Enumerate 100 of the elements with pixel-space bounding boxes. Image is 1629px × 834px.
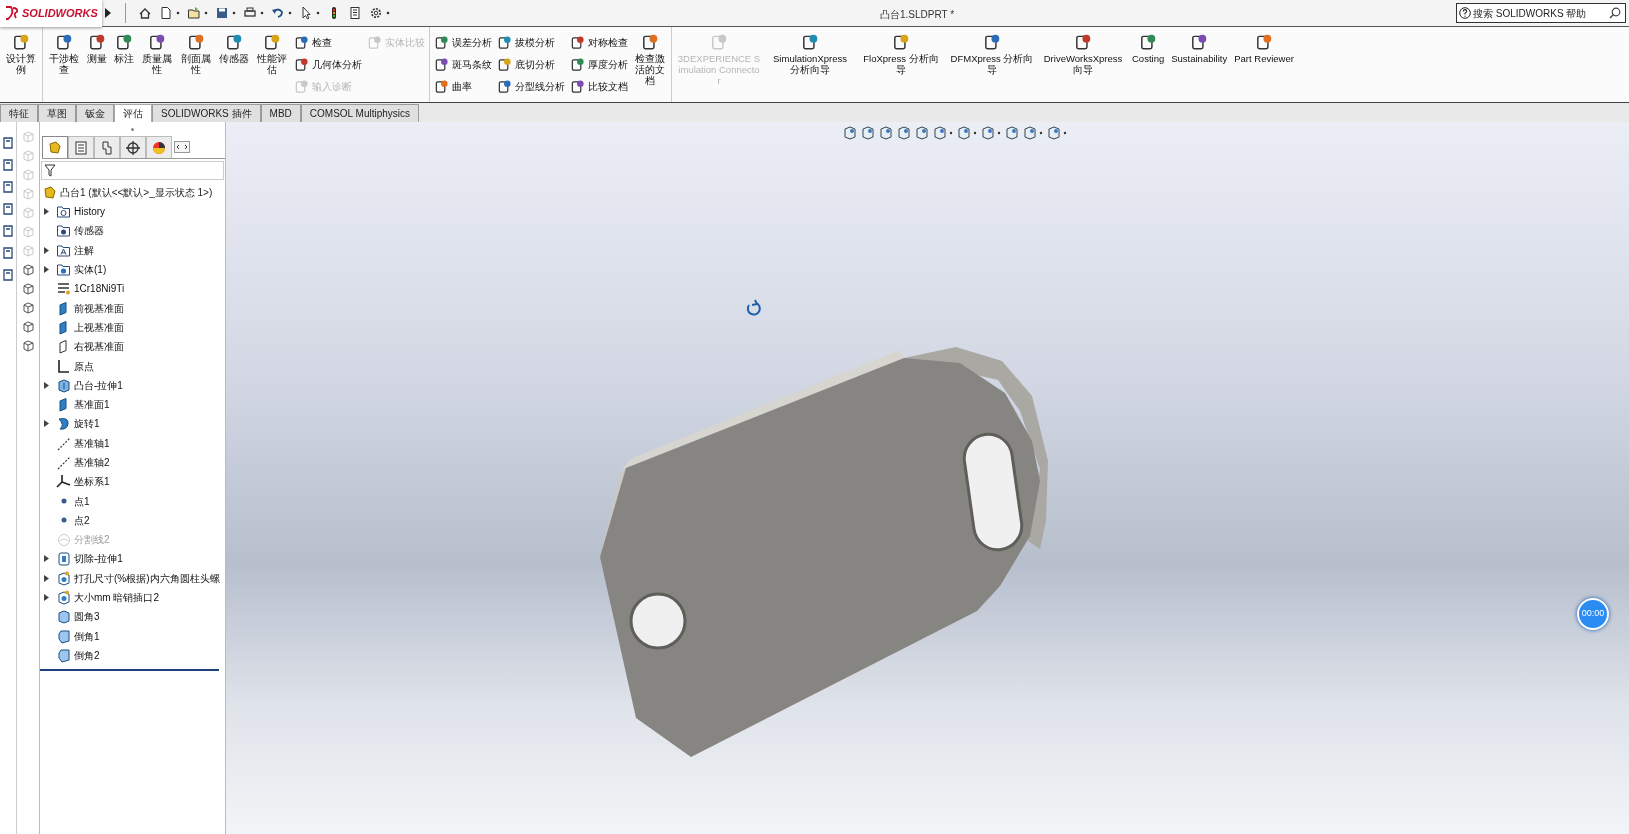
ribbon-button[interactable]: 对称检查 [570, 33, 628, 51]
task-pane-icon[interactable] [2, 202, 14, 216]
help-search-field[interactable]: 搜索 SOLIDWORKS 帮助 [1456, 3, 1626, 23]
manager-tab[interactable] [146, 136, 172, 158]
print-icon[interactable] [243, 6, 257, 20]
ribbon-button[interactable]: 比较文档 [570, 77, 628, 95]
scroll-arrows-icon[interactable] [174, 141, 190, 153]
tree-item[interactable]: 1Cr18Ni9Ti [56, 281, 125, 297]
ribbon-button[interactable]: 设计算例 [4, 33, 38, 75]
tree-item[interactable]: 旋转1 [56, 416, 100, 432]
ribbon-button[interactable]: DriveWorksXpress 向导 [1040, 33, 1126, 75]
ribbon-button[interactable]: 检查激活的文档 [633, 33, 667, 86]
dropdown-caret-icon[interactable] [260, 11, 264, 15]
tree-item[interactable]: 基准轴2 [56, 455, 110, 470]
tree-item[interactable]: 上视基准面 [56, 319, 124, 335]
command-tab[interactable]: 特征 [0, 104, 38, 122]
tree-item[interactable]: 前视基准面 [56, 300, 124, 316]
tree-item[interactable]: 右视基准面 [56, 339, 124, 355]
tree-item[interactable]: 实体(1) [56, 262, 107, 278]
ribbon-button[interactable]: 检查 [294, 33, 362, 51]
ribbon-button[interactable]: 底切分析 [497, 55, 565, 73]
ribbon-button[interactable]: 曲率 [434, 77, 492, 95]
home-icon[interactable] [138, 6, 152, 20]
tree-item[interactable]: 凸台-拉伸1 [56, 377, 123, 393]
tree-item[interactable]: History [56, 204, 106, 220]
ribbon-button[interactable]: SimulationXpress 分析向导 [767, 33, 853, 75]
dropdown-caret-icon[interactable] [288, 11, 292, 15]
filter-icon[interactable] [44, 164, 56, 177]
tree-item[interactable]: 倒角2 [56, 647, 100, 663]
view-cube-icon[interactable] [21, 263, 35, 276]
command-tab[interactable]: COMSOL Multiphysics [300, 104, 420, 122]
dropdown-caret-icon[interactable] [232, 11, 236, 15]
ribbon-button[interactable]: 质量属性 [140, 33, 174, 75]
ribbon-button[interactable]: Part Reviewer [1233, 33, 1295, 64]
task-pane-icon[interactable] [2, 224, 14, 238]
dropdown-caret-icon[interactable] [204, 11, 208, 15]
dropdown-caret-icon[interactable] [949, 131, 953, 135]
expand-arrow-icon[interactable] [44, 266, 49, 274]
dropdown-caret-icon[interactable] [176, 11, 180, 15]
save-icon[interactable] [215, 6, 229, 20]
expand-arrow-icon[interactable] [44, 574, 49, 582]
tree-item[interactable]: 大小mm 暗销插口2 [56, 590, 159, 606]
ribbon-button[interactable]: 测量 [86, 33, 108, 64]
expand-arrow-icon[interactable] [44, 208, 49, 216]
ribbon-button[interactable]: 传感器 [218, 33, 250, 64]
command-tab[interactable]: MBD [260, 104, 301, 122]
tree-item[interactable]: 凸台1 (默认<<默认>_显示状态 1>) [40, 183, 225, 202]
ribbon-button[interactable]: 厚度分析 [570, 55, 628, 73]
ribbon-button[interactable]: 标注 [113, 33, 135, 64]
undo-icon[interactable] [271, 6, 285, 20]
expand-arrow-icon[interactable] [44, 555, 49, 563]
app-logo[interactable]: SOLIDWORKS [0, 0, 102, 27]
dropdown-caret-icon[interactable] [316, 11, 320, 15]
expand-arrow-icon[interactable] [44, 246, 49, 254]
task-pane-icon[interactable] [2, 158, 14, 172]
ribbon-button[interactable]: Sustainability [1170, 33, 1229, 64]
ribbon-button[interactable]: FloXpress 分析向导 [858, 33, 944, 75]
ribbon-button[interactable]: 斑马条纹 [434, 55, 492, 73]
tree-item[interactable]: 原点 [56, 358, 94, 374]
ribbon-button[interactable]: DFMXpress 分析向导 [949, 33, 1035, 75]
dropdown-caret-icon[interactable] [1039, 131, 1043, 135]
tree-item[interactable]: 基准面1 [56, 397, 110, 413]
ribbon-button[interactable]: 误差分析 [434, 33, 492, 51]
file-properties-icon[interactable] [348, 6, 362, 20]
ribbon-button[interactable]: 干涉检查 [47, 33, 81, 75]
pointer-icon[interactable] [299, 6, 313, 20]
tree-item[interactable]: 点1 [56, 493, 90, 509]
ribbon-button[interactable]: Costing [1131, 33, 1166, 64]
view-cube-icon[interactable] [21, 339, 35, 352]
view-cube-icon[interactable] [21, 320, 35, 333]
view-cube-icon[interactable] [21, 282, 35, 295]
tree-item[interactable]: 打孔尺寸(%根据)内六角圆柱头螺 [56, 570, 220, 586]
manager-tab[interactable] [120, 136, 146, 158]
command-tab[interactable]: 草图 [38, 104, 76, 122]
expand-arrow-icon[interactable] [44, 381, 49, 389]
settings-icon[interactable] [369, 6, 383, 20]
command-tab[interactable]: 评估 [114, 104, 152, 122]
dropdown-caret-icon[interactable] [386, 11, 390, 15]
tree-item[interactable]: 基准轴1 [56, 435, 110, 451]
expand-arrow-icon[interactable] [44, 420, 49, 428]
open-folder-icon[interactable] [187, 6, 201, 20]
tree-item[interactable]: 点2 [56, 512, 90, 528]
view-cube-icon[interactable] [21, 301, 35, 314]
task-pane-icon[interactable] [2, 246, 14, 260]
ribbon-button[interactable]: 拔模分析 [497, 33, 565, 51]
tree-item[interactable]: 注解 [56, 242, 94, 258]
tree-item[interactable]: 切除-拉伸1 [56, 551, 123, 567]
dropdown-caret-icon[interactable] [973, 131, 977, 135]
ribbon-button[interactable]: 几何体分析 [294, 55, 362, 73]
expand-arrow-icon[interactable] [105, 8, 111, 18]
expand-arrow-icon[interactable] [44, 594, 49, 602]
dropdown-caret-icon[interactable] [1063, 131, 1067, 135]
tree-item[interactable]: 传感器 [56, 223, 104, 239]
search-icon[interactable] [1609, 7, 1621, 19]
ribbon-button[interactable]: 分型线分析 [497, 77, 565, 95]
command-tab[interactable]: SOLIDWORKS 插件 [152, 104, 261, 122]
command-tab[interactable]: 钣金 [76, 104, 114, 122]
tree-item[interactable]: 坐标系1 [56, 474, 110, 490]
tree-item[interactable]: 倒角1 [56, 628, 100, 644]
dropdown-caret-icon[interactable] [997, 131, 1001, 135]
